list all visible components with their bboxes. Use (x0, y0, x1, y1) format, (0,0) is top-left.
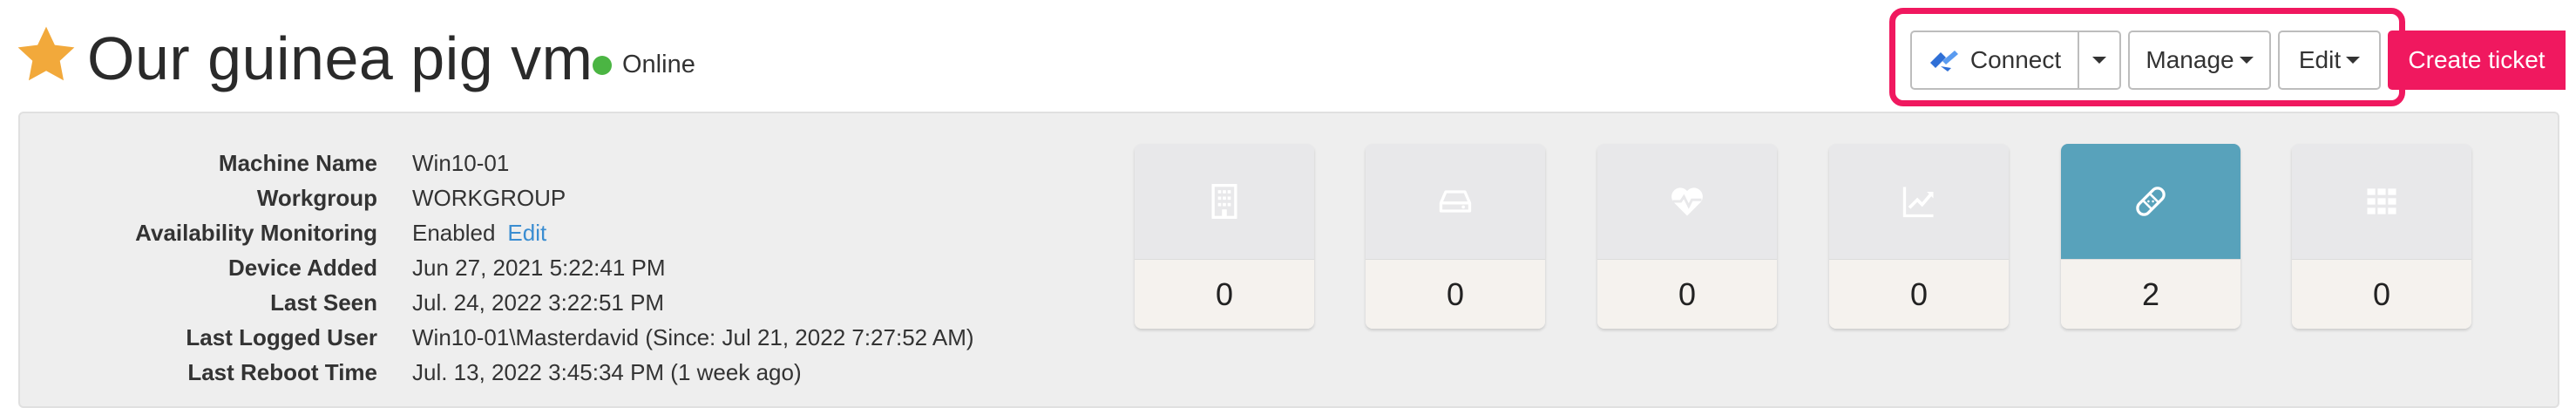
card-count: 0 (2292, 259, 2471, 329)
card-icon-area (1366, 144, 1545, 259)
star-icon[interactable] (14, 23, 78, 87)
info-label: Availability Monitoring (135, 220, 377, 246)
info-label: Machine Name (218, 150, 377, 176)
availability-edit-link[interactable]: Edit (507, 220, 546, 246)
info-row-machine-name: Machine Name Win10-01 (20, 150, 509, 185)
heartbeat-icon (1671, 187, 1703, 216)
card-count: 0 (1597, 259, 1777, 329)
availability-status: Enabled (412, 220, 496, 246)
edit-dropdown-button[interactable]: Edit (2278, 31, 2381, 90)
info-row-availability: Availability Monitoring Enabled Edit (20, 220, 546, 255)
card-icon-area (1135, 144, 1314, 259)
info-label: Workgroup (256, 185, 377, 211)
info-row-workgroup: Workgroup WORKGROUP (20, 185, 566, 220)
info-value: Jun 27, 2021 5:22:41 PM (412, 255, 666, 281)
card-count: 0 (1366, 259, 1545, 329)
caret-down-icon (2092, 57, 2106, 64)
create-ticket-label: Create ticket (2408, 46, 2545, 73)
info-value: Win10-01 (412, 150, 510, 176)
stat-card-patches[interactable]: 2 (2061, 144, 2240, 329)
manage-label: Manage (2146, 46, 2234, 73)
card-count: 0 (1135, 259, 1314, 329)
hard-drive-icon (1439, 190, 1472, 213)
card-icon-area (1829, 144, 2009, 259)
connect-dropdown-button[interactable] (2078, 31, 2121, 90)
manage-dropdown-button[interactable]: Manage (2128, 31, 2271, 90)
info-label: Last Logged User (186, 324, 377, 350)
stat-card-sites[interactable]: 0 (1135, 144, 1314, 329)
connect-button[interactable]: Connect (1910, 31, 2079, 90)
info-row-last-logged-user: Last Logged User Win10-01\Masterdavid (S… (20, 324, 974, 359)
info-row-device-added: Device Added Jun 27, 2021 5:22:41 PM (20, 255, 666, 289)
grid-icon (2367, 188, 2396, 214)
caret-down-icon (2239, 57, 2254, 64)
card-icon-area (2292, 144, 2471, 259)
stat-card-health[interactable]: 0 (1597, 144, 1777, 329)
remote-connect-icon (1929, 51, 1958, 71)
info-value: Jul. 13, 2022 3:45:34 PM (1 week ago) (412, 359, 802, 385)
stat-card-performance[interactable]: 0 (1829, 144, 2009, 329)
card-icon-area (2061, 144, 2240, 259)
create-ticket-button[interactable]: Create ticket (2388, 31, 2566, 90)
info-label: Last Seen (270, 289, 377, 316)
card-count: 0 (1829, 259, 2009, 329)
edit-label: Edit (2298, 46, 2342, 73)
info-value: Win10-01\Masterdavid (Since: Jul 21, 202… (412, 324, 974, 350)
info-value: WORKGROUP (412, 185, 566, 211)
connect-label: Connect (1969, 46, 2062, 73)
bandage-icon (2136, 187, 2166, 216)
caret-down-icon (2346, 57, 2361, 64)
card-count: 2 (2061, 259, 2240, 329)
info-row-last-reboot: Last Reboot Time Jul. 13, 2022 3:45:34 P… (20, 359, 802, 394)
status-indicator: Online (593, 51, 695, 79)
info-value: Enabled Edit (412, 220, 546, 255)
building-icon (1211, 184, 1237, 219)
stat-card-storage[interactable]: 0 (1366, 144, 1545, 329)
trend-chart-icon (1902, 187, 1934, 218)
page-title: Our guinea pig vm (87, 24, 593, 92)
stat-card-apps[interactable]: 0 (2292, 144, 2471, 329)
info-value: Jul. 24, 2022 3:22:51 PM (412, 289, 665, 316)
status-dot (593, 55, 612, 75)
card-icon-area (1597, 144, 1777, 259)
status-text: Online (622, 51, 695, 78)
info-label: Last Reboot Time (187, 359, 377, 385)
info-label: Device Added (228, 255, 377, 281)
info-row-last-seen: Last Seen Jul. 24, 2022 3:22:51 PM (20, 289, 664, 324)
